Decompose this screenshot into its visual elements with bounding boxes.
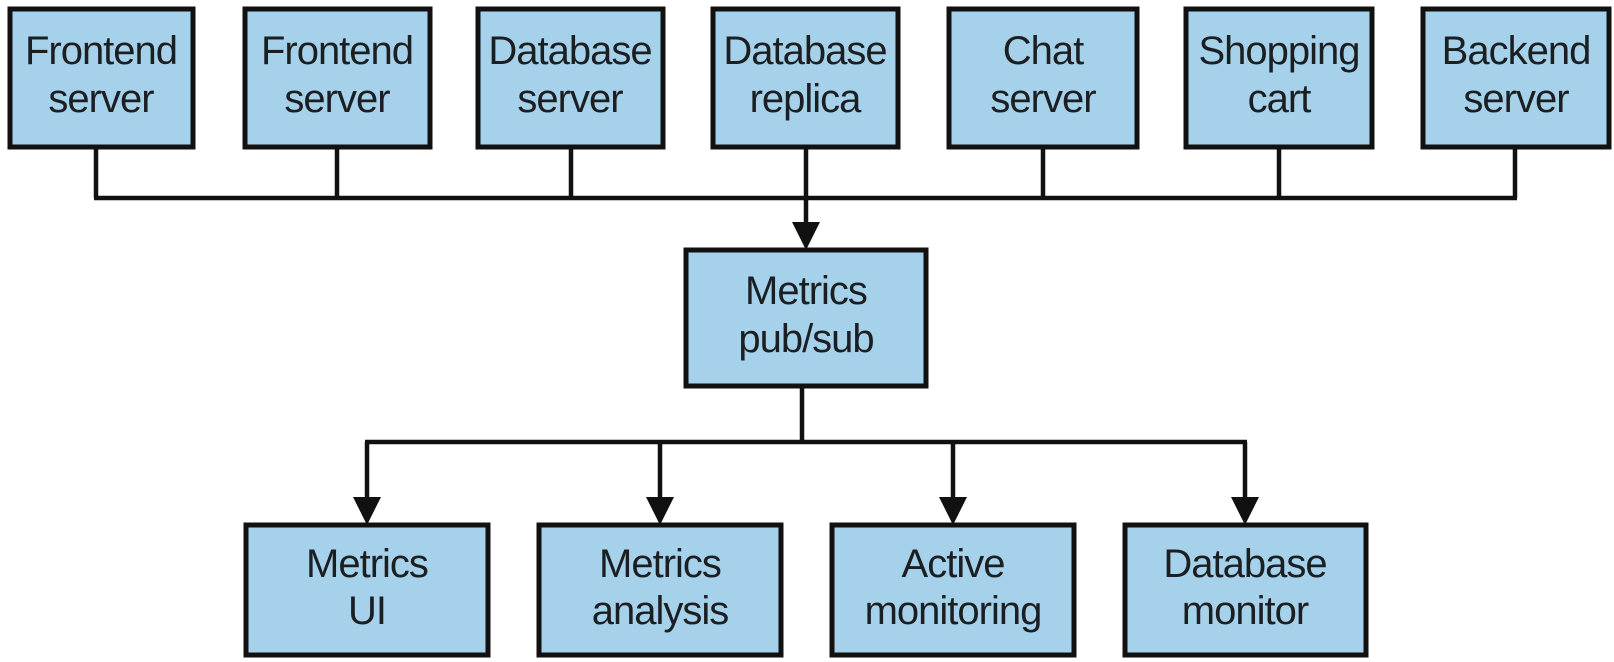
node-label-line2: monitor	[1182, 589, 1309, 633]
node-label-line1: Backend	[1442, 29, 1591, 73]
node-label-line2: server	[517, 77, 623, 121]
node-label-line1: Frontend	[25, 29, 177, 73]
node-metrics-pubsub: Metrics pub/sub	[683, 247, 929, 389]
node-frontend-server-1: Frontend server	[7, 6, 196, 150]
source-bus	[93, 147, 1518, 250]
node-label-line1: Shopping	[1198, 29, 1359, 73]
arrowhead-metrics-analysis	[646, 497, 674, 525]
node-label-line1: Database	[1163, 542, 1326, 586]
node-label-line1: Frontend	[261, 29, 413, 73]
node-label-line2: replica	[750, 77, 863, 121]
node-label-line2: server	[48, 77, 154, 121]
arrowhead-metrics-ui	[353, 497, 381, 525]
node-label-line2: server	[1463, 77, 1569, 121]
node-label-line2: pub/sub	[738, 317, 873, 361]
node-label-line1: Metrics	[306, 542, 428, 586]
metrics-architecture-diagram: Frontend server Frontend server Database…	[7, 6, 1612, 658]
node-metrics-ui: Metrics UI	[243, 522, 491, 658]
node-label-line1: Database	[723, 29, 886, 73]
node-label-line2: cart	[1248, 77, 1312, 121]
node-frontend-server-2: Frontend server	[242, 6, 433, 150]
node-backend-server: Backend server	[1420, 6, 1612, 150]
arrowhead-to-hub	[792, 222, 820, 250]
arrowhead-database-monitor	[1231, 497, 1259, 525]
node-label-line1: Chat	[1003, 29, 1084, 73]
node-active-monitoring: Active monitoring	[829, 522, 1077, 658]
node-label-line2: monitoring	[865, 589, 1042, 633]
node-label-line1: Active	[902, 542, 1005, 586]
node-label-line1: Metrics	[745, 269, 867, 313]
node-label-line1: Database	[488, 29, 651, 73]
node-database-server: Database server	[475, 6, 666, 150]
node-label-line2: server	[990, 77, 1096, 121]
node-label-line1: Metrics	[599, 542, 721, 586]
node-chat-server: Chat server	[946, 6, 1140, 150]
node-database-replica: Database replica	[710, 6, 901, 150]
consumer-bus	[353, 386, 1259, 525]
node-label-line2: server	[284, 77, 390, 121]
node-shopping-cart: Shopping cart	[1183, 6, 1375, 150]
node-label-line2: analysis	[592, 589, 729, 633]
node-database-monitor: Database monitor	[1122, 522, 1369, 658]
node-label-line2: UI	[348, 589, 386, 633]
node-metrics-analysis: Metrics analysis	[536, 522, 784, 658]
arrowhead-active-monitoring	[939, 497, 967, 525]
